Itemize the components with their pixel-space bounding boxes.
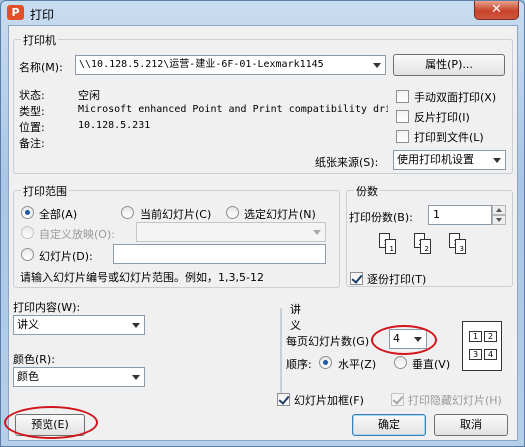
print-range-label: 打印范围 [21, 183, 69, 199]
range-all-label[interactable]: 全部(A) [39, 206, 77, 222]
printer-name-value: \\10.128.5.212\运营-建业-6F-01-Lexmark1145 [79, 59, 324, 70]
printer-group-label: 打印机 [21, 32, 58, 48]
chevron-down-icon [311, 226, 323, 238]
ok-button[interactable]: 确定 [352, 414, 426, 436]
handouts-group: 讲义 [280, 301, 303, 398]
order-horizontal-radio[interactable] [319, 356, 332, 369]
color-select[interactable]: 颜色 [13, 367, 145, 387]
preview-slide: 1 [469, 331, 482, 342]
wps-app-icon: P [7, 5, 24, 20]
range-slides-radio[interactable] [21, 248, 34, 261]
handouts-group-label: 讲义 [288, 301, 303, 333]
paper-source-label: 纸张来源(S): [315, 156, 379, 169]
spin-up-icon[interactable] [492, 205, 506, 215]
copies-count-input[interactable]: 1 [428, 205, 492, 225]
color-label: 颜色(R): [13, 353, 55, 366]
cancel-button[interactable]: 取消 [434, 414, 508, 436]
comment-label: 备注: [19, 137, 45, 150]
print-content-select[interactable]: 讲义 [13, 315, 145, 335]
type-label: 类型: [19, 105, 45, 118]
chevron-down-icon [130, 371, 142, 383]
color-value: 颜色 [17, 370, 39, 383]
order-vertical-label[interactable]: 垂直(V) [412, 356, 450, 372]
range-current-slide-radio[interactable] [121, 206, 134, 219]
slides-range-input[interactable] [113, 244, 326, 264]
order-label: 顺序: [286, 358, 312, 371]
custom-show-select[interactable] [136, 222, 326, 242]
chevron-down-icon [371, 59, 383, 71]
range-selected-slides-radio[interactable] [226, 206, 239, 219]
range-all-radio[interactable] [21, 206, 34, 219]
slides-per-page-label: 每页幻灯片数(G) [286, 335, 370, 348]
paper-source-select[interactable]: 使用打印机设置 [393, 150, 506, 170]
print-dialog: P 打印 ✕ 打印机 名称(M): \\10.128.5.212\运营-建业-6… [0, 0, 525, 447]
close-button[interactable]: ✕ [474, 1, 519, 20]
copies-group-label: 份数 [354, 183, 380, 199]
print-to-file-label[interactable]: 打印到文件(L) [414, 129, 484, 145]
range-current-slide-label[interactable]: 当前幻灯片(C) [140, 206, 211, 222]
location-value: 10.128.5.231 [78, 120, 151, 131]
highlight-annotation [371, 325, 437, 355]
collate-page-icon: 1 [385, 239, 396, 254]
highlight-annotation [4, 406, 98, 439]
reverse-print-label[interactable]: 反片打印(I) [414, 109, 470, 125]
printer-name-select[interactable]: \\10.128.5.212\运营-建业-6F-01-Lexmark1145 [75, 55, 386, 75]
location-label: 位置: [19, 121, 45, 134]
printer-name-label: 名称(M): [19, 61, 63, 74]
copies-spinner[interactable] [492, 205, 506, 225]
range-slides-label[interactable]: 幻灯片(D): [39, 248, 93, 264]
print-to-file-checkbox[interactable] [396, 130, 409, 143]
handout-layout-preview: 1 2 3 4 [462, 321, 502, 371]
collate-page-icon: 2 [420, 239, 431, 254]
spin-down-icon[interactable] [492, 215, 506, 225]
frame-slides-checkbox[interactable] [277, 393, 290, 406]
range-custom-show-label: 自定义放映(O): [39, 228, 115, 241]
print-content-label: 打印内容(W): [13, 301, 81, 314]
preview-slide: 3 [469, 349, 482, 360]
range-custom-show-radio[interactable] [21, 226, 34, 239]
type-value: Microsoft enhanced Point and Print compa… [78, 104, 388, 115]
frame-slides-label[interactable]: 幻灯片加框(F) [294, 392, 364, 408]
chevron-down-icon [491, 154, 503, 166]
collate-page-icon: 3 [455, 239, 466, 254]
collate-label[interactable]: 逐份打印(T) [367, 271, 426, 287]
dialog-body: 打印机 名称(M): \\10.128.5.212\运营-建业-6F-01-Le… [4, 25, 518, 441]
copies-count-label: 打印份数(B): [349, 211, 413, 224]
order-horizontal-label[interactable]: 水平(Z) [338, 356, 376, 372]
manual-duplex-label[interactable]: 手动双面打印(X) [414, 89, 496, 105]
print-hidden-label: 打印隐藏幻灯片(H) [408, 394, 502, 407]
properties-button[interactable]: 属性(P)... [393, 54, 505, 76]
preview-slide: 4 [484, 349, 497, 360]
reverse-print-checkbox[interactable] [396, 110, 409, 123]
manual-duplex-checkbox[interactable] [396, 90, 409, 103]
collate-checkbox[interactable] [350, 272, 363, 285]
paper-source-value: 使用打印机设置 [397, 153, 474, 166]
range-hint: 请输入幻灯片编号或幻灯片范围。例如，1,3,5-12 [20, 271, 264, 284]
print-content-value: 讲义 [17, 318, 39, 331]
order-vertical-radio[interactable] [394, 356, 407, 369]
range-selected-slides-label[interactable]: 选定幻灯片(N) [244, 206, 316, 222]
window-title: 打印 [30, 8, 55, 22]
title-bar[interactable]: P 打印 ✕ [1, 1, 524, 25]
chevron-down-icon [130, 319, 142, 331]
preview-slide: 2 [484, 331, 497, 342]
status-label: 状态: [19, 89, 45, 102]
print-hidden-checkbox[interactable] [391, 393, 404, 406]
status-value: 空闲 [78, 89, 100, 102]
